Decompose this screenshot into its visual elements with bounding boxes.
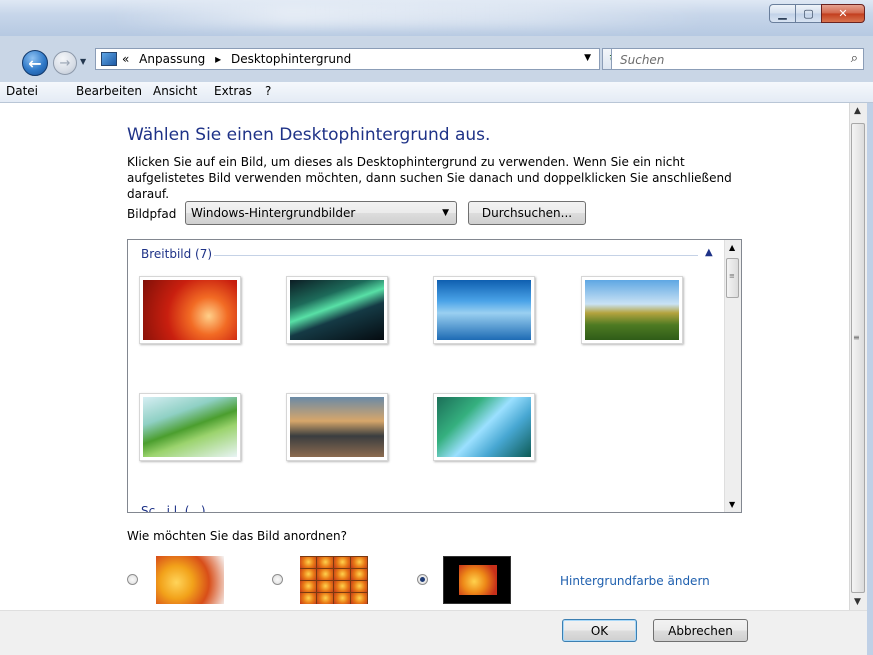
scroll-down-icon[interactable]: ▼ [729,500,735,509]
center-preview-image [459,565,497,595]
recent-pages-dropdown[interactable]: ▼ [80,57,86,66]
page-description: Klicken Sie auf ein Bild, um dieses als … [127,155,732,201]
menu-datei[interactable]: Datei [6,84,38,98]
breadcrumb-separator-icon[interactable]: ▸ [215,52,221,66]
wallpaper-thumbnail-waves[interactable] [433,393,535,461]
search-input[interactable] [618,51,832,69]
window-controls: ▁ ▢ ✕ [769,4,865,24]
close-icon: ✕ [838,7,848,20]
wallpaper-thumbnail-landscape[interactable] [581,276,683,344]
scroll-up-icon[interactable]: ▲ [729,243,735,252]
wallpaper-gallery[interactable]: Breitbild (7) ▲ Sc...i.l. (...) ▲ ≡ ▼ [127,239,742,513]
chevron-down-icon: ▼ [442,208,449,218]
arrange-stretch-radio[interactable] [127,574,138,585]
forward-button[interactable]: → [53,51,77,75]
arrange-stretch-preview[interactable] [156,556,224,604]
thumbnail-image [437,397,531,457]
arrange-label: Wie möchten Sie das Bild anordnen? [127,529,347,543]
chevron-down-icon: ▼ [80,57,87,66]
minimize-button[interactable]: ▁ [769,4,795,23]
search-icon[interactable]: ⌕ [851,51,858,66]
page-scrollbar[interactable]: ▲ ≡ ▼ [849,103,867,610]
cancel-button[interactable]: Abbrechen [653,619,748,642]
menu-bar: Datei Bearbeiten Ansicht Extras ? [0,82,873,103]
main-content: Wählen Sie einen Desktophintergrund aus.… [0,103,849,610]
search-box[interactable]: ⌕ [611,48,864,70]
arrange-tile-preview[interactable] [300,556,368,604]
wallpaper-thumbnail-mountain[interactable] [286,393,388,461]
menu-bearbeiten[interactable]: Bearbeiten [76,84,142,98]
breadcrumb-anpassung[interactable]: Anpassung [139,52,205,66]
thumbnail-image [290,397,384,457]
bildpfad-label: Bildpfad [127,207,177,221]
page-title: Wählen Sie einen Desktophintergrund aus. [127,125,491,145]
thumbnail-image [437,280,531,340]
bildpfad-select[interactable]: Windows-Hintergrundbilder ▼ [185,201,457,225]
group-header-breitbild[interactable]: Breitbild (7) [141,247,212,261]
menu-ansicht[interactable]: Ansicht [153,84,197,98]
bildpfad-value: Windows-Hintergrundbilder [191,206,356,220]
breadcrumb-overflow[interactable]: « [122,52,129,66]
close-button[interactable]: ✕ [821,4,865,23]
control-panel-icon [101,52,117,66]
maximize-icon: ▢ [803,7,814,20]
forward-arrow-icon: → [59,55,71,71]
thumbnail-image [143,280,237,340]
thumbnail-image [585,280,679,340]
scroll-down-icon[interactable]: ▼ [854,597,861,607]
arrange-center-radio[interactable] [417,574,428,585]
back-button[interactable]: ← [22,50,48,76]
arrange-center-preview[interactable] [443,556,511,604]
scroll-grip-icon: ≡ [853,333,860,342]
ok-button[interactable]: OK [562,619,637,642]
address-dropdown-icon[interactable]: ▼ [584,53,591,63]
browse-button[interactable]: Durchsuchen... [468,201,586,225]
title-bar[interactable]: ▁ ▢ ✕ [0,0,873,36]
background-color-link[interactable]: Hintergrundfarbe ändern [560,574,710,588]
wallpaper-thumbnail-fish[interactable] [433,276,535,344]
thumbnail-image [143,397,237,457]
arrange-tile-radio[interactable] [272,574,283,585]
next-group-header[interactable]: Sc...i.l. (...) [141,504,206,512]
minimize-icon: ▁ [778,7,787,20]
breadcrumb: « Anpassung ▸ Desktophintergrund [122,52,357,66]
collapse-group-icon[interactable]: ▲ [705,247,713,258]
wallpaper-thumbnail-palm[interactable] [139,393,241,461]
scroll-grip-icon: ≡ [729,272,735,280]
back-arrow-icon: ← [28,53,42,73]
address-bar[interactable]: « Anpassung ▸ Desktophintergrund ▼ [95,48,600,70]
wallpaper-thumbnail-aurora[interactable] [286,276,388,344]
wallpaper-thumbnail-flower[interactable] [139,276,241,344]
title-bar-glass [110,4,710,28]
menu-extras[interactable]: Extras [214,84,252,98]
menu-help[interactable]: ? [265,84,271,98]
breadcrumb-desktophintergrund[interactable]: Desktophintergrund [231,52,351,66]
page-scroll-thumb[interactable] [851,123,865,593]
dialog-footer: OK Abbrechen [0,610,867,655]
scroll-up-icon[interactable]: ▲ [854,106,861,116]
window-border [867,103,873,655]
maximize-button[interactable]: ▢ [795,4,821,23]
thumbnail-image [290,280,384,340]
gallery-scrollbar[interactable]: ▲ ≡ ▼ [724,240,741,512]
group-divider [214,255,698,256]
